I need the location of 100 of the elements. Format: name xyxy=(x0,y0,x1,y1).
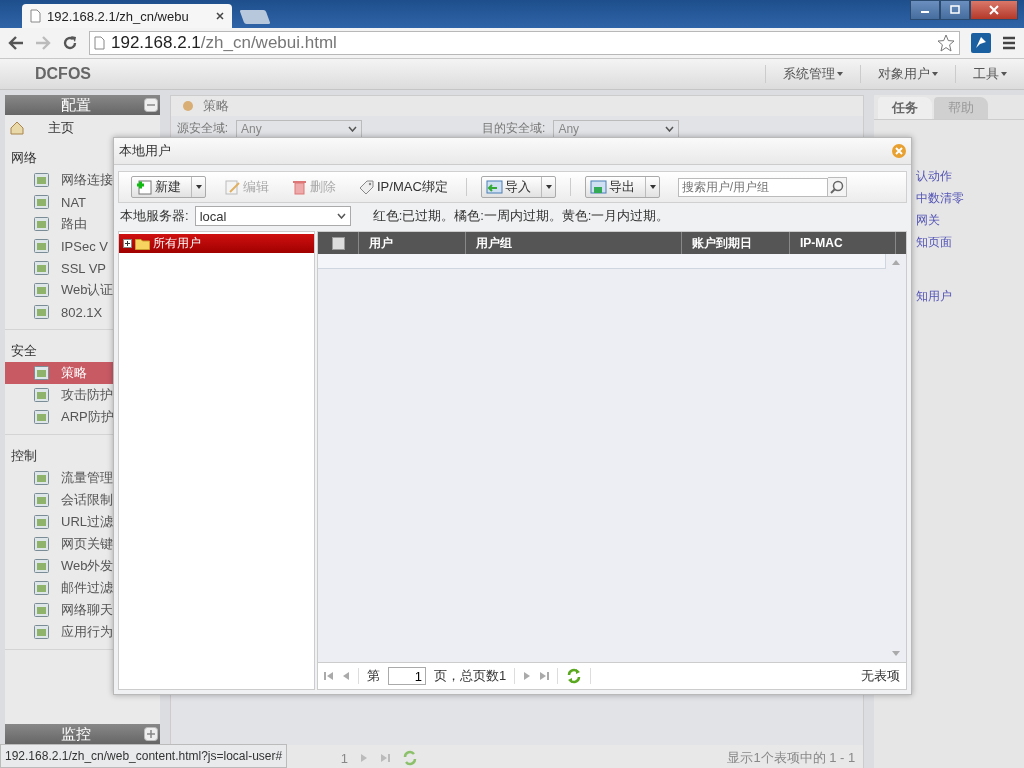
nav-item[interactable]: 会话限制 xyxy=(5,489,160,511)
window-icon xyxy=(34,173,49,187)
window-icon xyxy=(34,366,49,380)
house-icon xyxy=(10,121,24,135)
first-page-icon[interactable] xyxy=(324,671,334,681)
panel-header[interactable]: 配置 xyxy=(5,95,160,115)
status-url: 192.168.2.1/zh_cn/web_content.html?js=local-user# xyxy=(0,744,288,768)
close-button[interactable] xyxy=(970,0,1018,20)
circle-icon xyxy=(182,101,193,111)
caret-icon[interactable] xyxy=(540,177,555,197)
refresh-icon[interactable] xyxy=(566,668,583,684)
group-label: 网络 xyxy=(10,149,38,167)
caret-icon xyxy=(1001,72,1007,76)
panel-header[interactable]: 监控 xyxy=(5,724,160,744)
dropdown-icon[interactable] xyxy=(336,213,346,219)
window-icon xyxy=(34,283,49,297)
window-icon xyxy=(34,305,49,319)
last-page-icon[interactable] xyxy=(539,671,550,681)
import-icon xyxy=(485,178,503,196)
group-label: 控制 xyxy=(10,447,38,465)
home-link[interactable]: 主页 xyxy=(5,115,160,141)
tab-title: 192.168.2.1/zh_cn/webu xyxy=(47,8,190,24)
nav-item[interactable]: ARP防护 xyxy=(5,406,160,428)
nav-item[interactable]: Web认证 xyxy=(5,279,160,301)
panel-title: 策略 xyxy=(202,97,229,115)
nav-item[interactable]: 网络聊天 xyxy=(5,599,160,621)
page-label: 第 xyxy=(367,667,380,685)
nav-item[interactable]: 攻击防护 xyxy=(5,384,160,406)
task-link[interactable]: 知用户 xyxy=(916,288,1024,305)
nav-item[interactable]: SSL VP xyxy=(5,257,160,279)
toolbar-button[interactable]: 导入 xyxy=(480,176,556,198)
window-icon xyxy=(34,217,49,231)
task-link[interactable]: 知页面 xyxy=(916,234,1024,251)
add-user-icon xyxy=(136,178,153,196)
minimize-button[interactable] xyxy=(910,0,940,20)
previous-page-icon[interactable] xyxy=(342,671,350,681)
server-select[interactable]: local xyxy=(194,206,351,226)
page-count-text: 页，总页数1 xyxy=(434,667,507,685)
maximize-button[interactable] xyxy=(940,0,970,20)
back-icon[interactable] xyxy=(8,36,24,50)
caret-icon xyxy=(837,72,843,76)
window-icon xyxy=(34,559,49,573)
group-label: 安全 xyxy=(10,342,38,360)
window-icon xyxy=(34,195,49,209)
caret-icon xyxy=(932,72,938,76)
nav-item[interactable]: 应用行为 xyxy=(5,621,160,643)
minus-icon[interactable] xyxy=(143,98,158,112)
tree-node[interactable]: 所有用户 xyxy=(119,234,314,253)
search-field[interactable]: 搜索用户/用户组 xyxy=(677,177,828,197)
task-link[interactable]: 网关 xyxy=(916,212,1024,229)
folder-icon xyxy=(135,237,150,250)
window-icon xyxy=(34,603,49,617)
reload-icon[interactable] xyxy=(62,35,78,51)
dropdown-icon xyxy=(348,126,358,132)
extension-icon[interactable] xyxy=(971,33,991,53)
address-bar[interactable]: 192.168.2.1/zh_cn/webui.html xyxy=(89,31,960,55)
server-label: 本地服务器: xyxy=(120,207,189,225)
menu-item[interactable]: 系统管理 xyxy=(765,65,860,83)
task-link[interactable]: 中数清零 xyxy=(916,190,1024,207)
nav-item[interactable]: 网页关键 xyxy=(5,533,160,555)
caret-icon[interactable] xyxy=(191,177,205,197)
page-number-field[interactable]: 1 xyxy=(388,667,426,685)
new-tab-button[interactable] xyxy=(239,10,271,24)
toolbar-button[interactable]: 导出 xyxy=(584,176,660,198)
caret-icon[interactable] xyxy=(644,177,659,197)
menu-icon[interactable] xyxy=(1002,36,1016,50)
window-icon xyxy=(34,261,49,275)
panel-tab[interactable]: 任务 xyxy=(878,97,933,119)
nav-item[interactable]: 邮件过滤 xyxy=(5,577,160,599)
summary-text: 显示1个表项中的 1 - 1 xyxy=(727,749,856,767)
nav-item[interactable]: 流量管理 xyxy=(5,467,160,489)
menu-item[interactable]: 对象用户 xyxy=(860,65,955,83)
tag-icon xyxy=(358,178,375,196)
window-icon xyxy=(34,537,49,551)
window-icon xyxy=(34,515,49,529)
close-icon[interactable] xyxy=(216,12,224,20)
next-page-icon[interactable] xyxy=(523,671,532,681)
page-total-text: 1 xyxy=(340,750,348,766)
toolbar-button[interactable]: 新建 xyxy=(131,176,206,198)
search-icon[interactable] xyxy=(827,177,847,197)
window-icon xyxy=(34,625,49,639)
browser-tab[interactable]: 192.168.2.1/zh_cn/webu xyxy=(22,4,232,28)
star-icon[interactable] xyxy=(937,34,955,52)
nav-item[interactable]: URL过滤 xyxy=(5,511,160,533)
legend-text: 红色:已过期。橘色:一周内过期。黄色:一月内过期。 xyxy=(372,207,670,225)
window-icon xyxy=(34,410,49,424)
export-icon xyxy=(589,178,607,196)
trash-icon xyxy=(291,178,308,196)
select-all-checkbox[interactable] xyxy=(331,236,345,250)
field-label: 源安全域: xyxy=(176,120,229,137)
nav-item[interactable]: 802.1X xyxy=(5,301,160,323)
plus-icon[interactable] xyxy=(123,239,132,248)
task-link[interactable]: 认动作 xyxy=(916,168,1024,185)
page-icon xyxy=(94,36,105,50)
pencil-icon xyxy=(224,178,241,196)
url-text: 192.168.2.1/zh_cn/webui.html xyxy=(111,33,338,53)
menu-item[interactable]: 工具 xyxy=(955,65,1024,83)
nav-item[interactable]: Web外发 xyxy=(5,555,160,577)
window-icon xyxy=(34,493,49,507)
toolbar-button[interactable]: IP/MAC绑定 xyxy=(354,177,452,197)
